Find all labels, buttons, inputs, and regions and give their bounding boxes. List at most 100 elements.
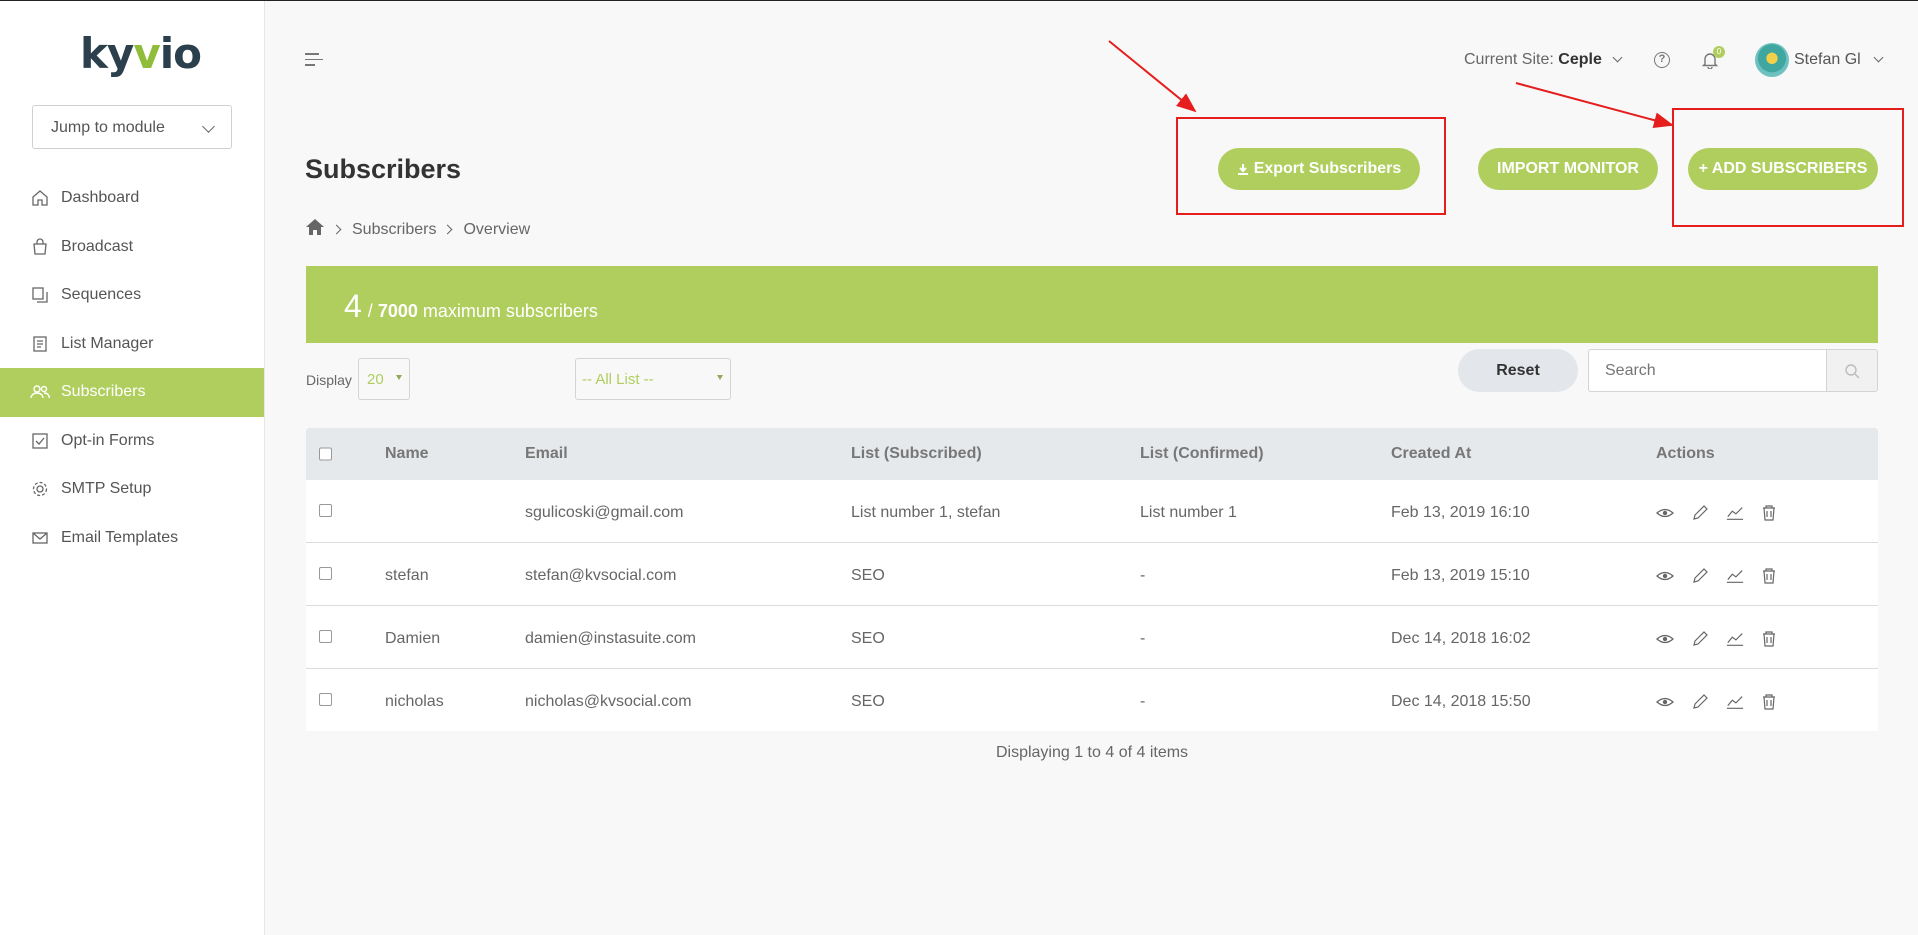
view-icon[interactable] <box>1656 504 1674 522</box>
list-filter-select[interactable]: -- All List -- <box>575 358 731 400</box>
menu-toggle-icon[interactable] <box>305 53 323 67</box>
sidebar-item-label: Sequences <box>61 286 142 304</box>
chevron-down-icon <box>202 120 215 133</box>
list-filter-value: -- All List -- <box>582 371 654 388</box>
subscriber-count: 4 <box>344 288 362 324</box>
sidebar-item-label: Opt-in Forms <box>61 431 155 449</box>
users-icon <box>30 382 50 402</box>
table-row: Damien damien@instasuite.com SEO - Dec 1… <box>306 606 1878 669</box>
row-actions <box>1656 567 1779 585</box>
row-checkbox[interactable] <box>319 504 332 517</box>
row-list-subscribed: SEO <box>851 567 885 584</box>
column-email[interactable]: Email <box>525 445 568 463</box>
bag-icon <box>30 237 50 257</box>
search-input[interactable] <box>1588 349 1826 392</box>
search-button[interactable] <box>1826 349 1878 392</box>
table-row: stefan stefan@kvsocial.com SEO - Feb 13,… <box>306 543 1878 606</box>
user-menu[interactable]: Stefan Gl <box>1794 51 1884 69</box>
delete-icon[interactable] <box>1761 630 1779 648</box>
row-actions <box>1656 630 1779 648</box>
table-row: sgulicoski@gmail.com List number 1, stef… <box>306 480 1878 543</box>
select-all-checkbox[interactable] <box>319 447 332 461</box>
row-created-at: Feb 13, 2019 16:10 <box>1391 504 1530 521</box>
sidebar-nav: Dashboard Broadcast Sequences List Manag… <box>0 174 264 562</box>
current-site-selector[interactable]: Current Site: Ceple <box>1464 51 1623 69</box>
sidebar-item-sequences[interactable]: Sequences <box>0 271 264 320</box>
row-created-at: Dec 14, 2018 15:50 <box>1391 693 1531 710</box>
edit-icon[interactable] <box>1691 567 1709 585</box>
current-site-label: Current Site: <box>1464 51 1554 68</box>
subscriber-quota-banner: 4 / 7000 maximum subscribers <box>306 266 1878 343</box>
row-list-confirmed: - <box>1140 693 1146 710</box>
delete-icon[interactable] <box>1761 504 1779 522</box>
jump-to-module-label: Jump to module <box>51 119 165 136</box>
row-actions <box>1656 693 1779 711</box>
display-label: Display <box>306 372 352 388</box>
stats-icon[interactable] <box>1726 693 1744 711</box>
subscribers-table: Name Email List (Subscribed) List (Confi… <box>306 428 1878 731</box>
page-title: Subscribers <box>305 154 462 184</box>
row-email: sgulicoski@gmail.com <box>525 504 684 521</box>
display-count-select[interactable]: 20 <box>358 358 410 400</box>
avatar[interactable] <box>1755 43 1789 77</box>
jump-to-module-select[interactable]: Jump to module <box>32 105 232 149</box>
help-icon[interactable]: ? <box>1654 52 1670 68</box>
breadcrumb-subscribers[interactable]: Subscribers <box>352 221 436 239</box>
sidebar-item-dashboard[interactable]: Dashboard <box>0 174 264 223</box>
stats-icon[interactable] <box>1726 567 1744 585</box>
column-list-confirmed[interactable]: List (Confirmed) <box>1140 445 1264 463</box>
gear-icon <box>30 479 50 499</box>
stats-icon[interactable] <box>1726 630 1744 648</box>
breadcrumb-overview: Overview <box>463 220 531 238</box>
row-name: stefan <box>385 567 429 584</box>
row-created-at: Dec 14, 2018 16:02 <box>1391 630 1531 647</box>
sidebar-item-list-manager[interactable]: List Manager <box>0 320 264 369</box>
sidebar-item-label: Broadcast <box>61 237 134 255</box>
sidebar-item-email-templates[interactable]: Email Templates <box>0 514 264 563</box>
notification-badge: 0 <box>1713 46 1725 58</box>
delete-icon[interactable] <box>1761 567 1779 585</box>
subscriber-max: / 7000 maximum subscribers <box>367 301 598 321</box>
caret-down-icon <box>396 375 402 380</box>
sidebar-item-label: Email Templates <box>61 528 179 546</box>
edit-icon[interactable] <box>1691 693 1709 711</box>
sidebar-item-label: Dashboard <box>61 189 140 207</box>
stats-icon[interactable] <box>1726 504 1744 522</box>
view-icon[interactable] <box>1656 567 1674 585</box>
edit-icon[interactable] <box>1691 504 1709 522</box>
sidebar-item-broadcast[interactable]: Broadcast <box>0 223 264 272</box>
display-count-value: 20 <box>367 371 384 388</box>
home-icon <box>30 188 50 208</box>
sidebar-item-label: List Manager <box>61 334 154 352</box>
kyvio-logo[interactable]: kyvio <box>80 29 202 78</box>
home-icon[interactable] <box>305 218 325 241</box>
row-name: Damien <box>385 630 441 647</box>
caret-down-icon <box>717 375 723 380</box>
row-checkbox[interactable] <box>319 693 332 706</box>
delete-icon[interactable] <box>1761 693 1779 711</box>
row-checkbox[interactable] <box>319 567 332 580</box>
view-icon[interactable] <box>1656 630 1674 648</box>
row-checkbox[interactable] <box>319 630 332 643</box>
reset-button[interactable]: Reset <box>1458 349 1578 392</box>
column-actions: Actions <box>1656 445 1715 462</box>
highlight-box-add <box>1672 108 1904 227</box>
column-list-subscribed[interactable]: List (Subscribed) <box>851 445 982 463</box>
row-list-subscribed: SEO <box>851 630 885 647</box>
sidebar-item-subscribers[interactable]: Subscribers <box>0 368 264 417</box>
table-row: nicholas nicholas@kvsocial.com SEO - Dec… <box>306 669 1878 731</box>
column-created-at[interactable]: Created At <box>1391 445 1471 463</box>
mail-icon <box>30 528 50 548</box>
row-actions <box>1656 504 1779 522</box>
column-name[interactable]: Name <box>385 445 429 463</box>
chevron-down-icon <box>1612 52 1623 63</box>
edit-icon[interactable] <box>1691 630 1709 648</box>
view-icon[interactable] <box>1656 693 1674 711</box>
sidebar-item-smtp-setup[interactable]: SMTP Setup <box>0 465 264 514</box>
sidebar-item-opt-in-forms[interactable]: Opt-in Forms <box>0 417 264 466</box>
row-list-confirmed: - <box>1140 630 1146 647</box>
import-monitor-button[interactable]: IMPORT MONITOR <box>1478 148 1658 190</box>
row-name: nicholas <box>385 693 444 710</box>
breadcrumb: Subscribers Overview <box>305 218 530 241</box>
list-icon <box>30 334 50 354</box>
